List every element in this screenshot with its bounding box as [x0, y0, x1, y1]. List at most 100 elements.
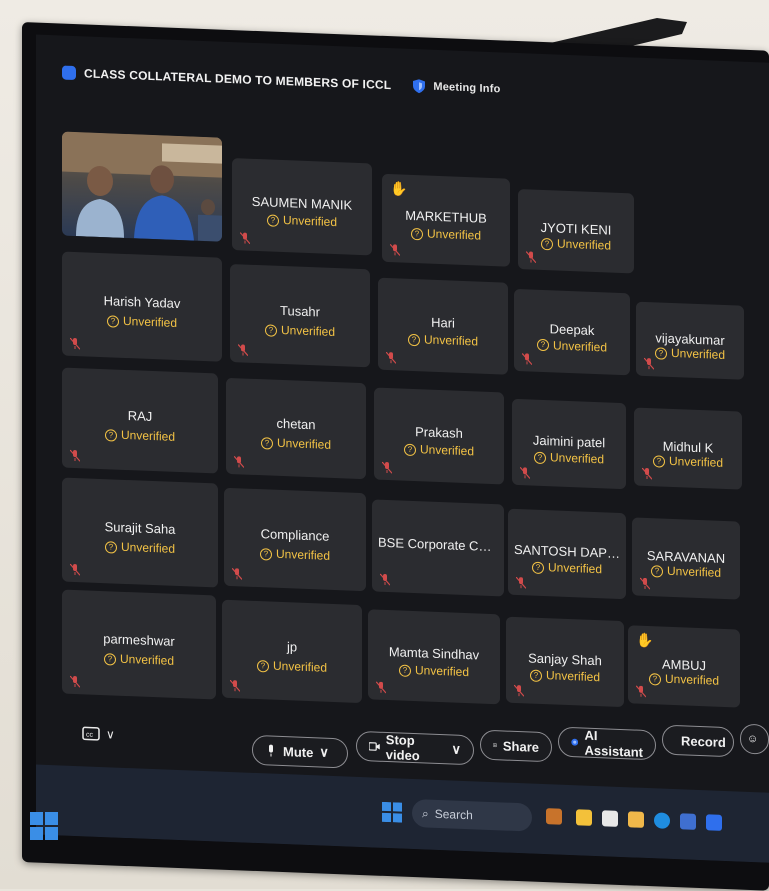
- unverified-icon: ?: [654, 347, 667, 360]
- participant-tile[interactable]: JYOTI KENI? Unverified: [518, 189, 634, 274]
- participant-name: chetan: [276, 416, 316, 433]
- status-label: Unverified: [547, 560, 603, 577]
- muted-mic-icon: [382, 461, 392, 474]
- verification-status: ? Unverified: [62, 538, 218, 558]
- verification-status: ? Unverified: [62, 312, 222, 332]
- record-button[interactable]: Record: [662, 724, 734, 758]
- active-video-tile[interactable]: [62, 131, 222, 242]
- mute-label: Mute: [283, 743, 314, 760]
- status-label: Unverified: [120, 427, 176, 444]
- meeting-info-link[interactable]: Meeting Info: [433, 81, 500, 96]
- participant-name: Tusahr: [280, 303, 320, 320]
- captions-button[interactable]: cc ∨: [82, 726, 115, 742]
- unverified-icon: ?: [266, 214, 279, 228]
- chevron-down-icon[interactable]: ∨: [319, 744, 329, 760]
- participant-tile[interactable]: Prakash? Unverified: [374, 387, 504, 485]
- ai-assistant-label: AI Assistant: [584, 727, 644, 760]
- verification-status: ? Unverified: [508, 559, 626, 578]
- unverified-icon: ?: [410, 227, 423, 241]
- verification-status: ? Unverified: [512, 449, 626, 467]
- muted-mic-icon: [234, 456, 244, 468]
- ai-assistant-button[interactable]: AI Assistant: [558, 726, 656, 761]
- chevron-down-icon[interactable]: ∨: [451, 741, 461, 757]
- muted-mic-icon: [520, 467, 530, 479]
- muted-mic-icon: [526, 251, 536, 264]
- zoom-logo-icon: [62, 65, 76, 81]
- status-label: Unverified: [666, 564, 722, 581]
- stop-video-button[interactable]: Stop video ∨: [356, 730, 474, 766]
- participant-tile[interactable]: vijayakumar? Unverified: [636, 301, 744, 380]
- folder-icon[interactable]: [628, 811, 644, 828]
- muted-mic-icon: [238, 344, 248, 357]
- task-view-icon[interactable]: [602, 810, 618, 827]
- participant-tile[interactable]: chetan? Unverified: [226, 377, 366, 480]
- chevron-down-icon[interactable]: ∨: [106, 727, 115, 741]
- participant-name: Compliance: [260, 526, 330, 545]
- muted-mic-icon: [390, 244, 400, 256]
- status-label: Unverified: [426, 226, 482, 243]
- muted-mic-icon: [640, 577, 650, 590]
- participant-tile[interactable]: BSE Corporate Comm...: [372, 499, 504, 597]
- verification-status: ? Unverified: [62, 426, 218, 446]
- verification-status: ? Unverified: [514, 336, 630, 354]
- participant-tile[interactable]: Hari? Unverified: [378, 277, 508, 375]
- app-icon[interactable]: [576, 809, 592, 826]
- share-screen-icon: [493, 743, 497, 748]
- share-button[interactable]: Share: [480, 729, 552, 763]
- status-label: Unverified: [552, 337, 608, 355]
- unverified-icon: ?: [104, 429, 117, 442]
- muted-mic-icon: [70, 449, 80, 462]
- store-icon[interactable]: [680, 813, 696, 830]
- zoom-app-icon[interactable]: [706, 814, 722, 831]
- microphone-icon: [269, 744, 273, 757]
- more-reactions-button[interactable]: ☺: [740, 723, 769, 755]
- participant-tile[interactable]: Surajit Saha? Unverified: [62, 477, 218, 588]
- status-label: Unverified: [668, 454, 724, 471]
- status-label: Unverified: [280, 322, 336, 339]
- participant-name: SANTOSH DAPHALE: [514, 541, 626, 561]
- participant-tile[interactable]: SANTOSH DAPHALE? Unverified: [508, 508, 626, 600]
- status-label: Unverified: [276, 435, 332, 452]
- participant-tile[interactable]: SAUMEN MANIK? Unverified: [232, 158, 372, 256]
- participant-tile[interactable]: RAJ? Unverified: [62, 367, 218, 474]
- participant-tile[interactable]: Deepak? Unverified: [514, 288, 630, 376]
- status-label: Unverified: [549, 450, 605, 467]
- muted-mic-icon: [644, 357, 654, 370]
- unverified-icon: ?: [540, 238, 553, 251]
- participant-name: MARKETHUB: [405, 208, 487, 227]
- status-label: Unverified: [423, 332, 479, 349]
- meeting-title: CLASS COLLATERAL DEMO TO MEMBERS OF ICCL: [84, 66, 392, 93]
- camera-feed-image: [62, 131, 222, 242]
- participant-tile[interactable]: Compliance? Unverified: [224, 487, 366, 592]
- participant-tile[interactable]: Jaimini patel? Unverified: [512, 398, 626, 490]
- status-label: Unverified: [282, 213, 338, 230]
- share-label: Share: [502, 737, 539, 755]
- mute-button[interactable]: Mute ∨: [252, 734, 348, 769]
- participant-tile[interactable]: Harish Yadav? Unverified: [62, 251, 222, 362]
- raised-hand-icon: ✋: [390, 180, 408, 197]
- tv-display: CLASS COLLATERAL DEMO TO MEMBERS OF ICCL…: [22, 22, 769, 891]
- muted-mic-icon: [522, 353, 532, 365]
- participant-tile[interactable]: Tusahr? Unverified: [230, 263, 370, 368]
- windows-start-icon[interactable]: [382, 801, 402, 823]
- participant-tile[interactable]: Midhul K? Unverified: [634, 407, 742, 490]
- shield-icon[interactable]: [413, 79, 426, 94]
- participant-tile[interactable]: SARAVANAN? Unverified: [632, 517, 740, 600]
- record-label: Record: [681, 732, 726, 750]
- edge-browser-icon[interactable]: [654, 812, 670, 829]
- verification-status: ? Unverified: [378, 331, 508, 350]
- unverified-icon: ?: [531, 561, 544, 574]
- briefcase-icon[interactable]: [546, 808, 562, 825]
- windows-logo-icon: [30, 812, 58, 840]
- taskbar-search-box[interactable]: ⌕ Search: [412, 798, 532, 832]
- unverified-icon: ?: [259, 547, 272, 561]
- participant-name: Prakash: [415, 424, 463, 441]
- muted-mic-icon: [642, 467, 652, 480]
- status-label: Unverified: [556, 236, 612, 254]
- verification-status: ? Unverified: [232, 211, 372, 230]
- verification-status: ? Unverified: [382, 225, 510, 244]
- participant-tile[interactable]: ✋ MARKETHUB? Unverified: [382, 173, 510, 267]
- unverified-icon: ?: [260, 436, 273, 450]
- participant-name: Surajit Saha: [104, 518, 176, 537]
- unverified-icon: ?: [104, 541, 117, 554]
